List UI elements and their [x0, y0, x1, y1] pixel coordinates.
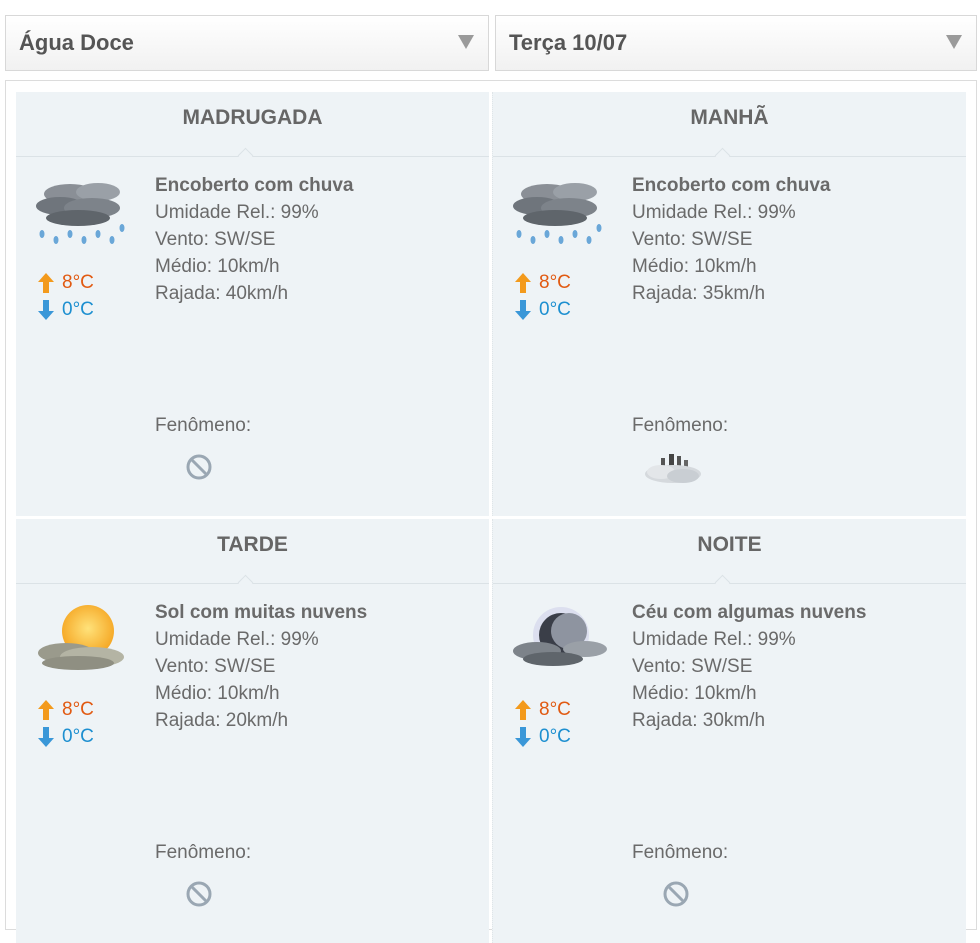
chevron-down-icon[interactable]: [458, 35, 474, 49]
arrow-up-icon: [515, 699, 531, 720]
city-select-value: Água Doce: [19, 30, 134, 55]
weather-details: Céu com algumas nuvens Umidade Rel.: 99%…: [632, 599, 866, 734]
wind-gust-text: Rajada: 20km/h: [155, 710, 289, 731]
overcast-rain-icon: [513, 183, 602, 244]
city-select[interactable]: Água Doce: [5, 15, 489, 71]
wind-average-text: Médio: 10km/h: [155, 256, 280, 277]
period-panel-madrugada: MADRUGADA 8°C 0°C Encoberto com chuva Um…: [16, 92, 489, 516]
date-select-value: Terça 10/07: [509, 30, 628, 55]
arrow-up-icon: [515, 272, 531, 293]
arrow-down-icon: [515, 726, 531, 747]
no-phenomenon-icon: [663, 881, 689, 907]
max-temperature: 8°C: [62, 698, 94, 720]
min-temperature: 0°C: [539, 298, 571, 320]
period-title: MADRUGADA: [182, 106, 323, 129]
sun-with-clouds-icon: [38, 605, 124, 670]
no-phenomenon-icon: [186, 454, 212, 480]
condition-text: Céu com algumas nuvens: [632, 602, 867, 623]
wind-direction-text: Vento: SW/SE: [155, 229, 276, 250]
wind-average-text: Médio: 10km/h: [632, 256, 757, 277]
condition-text: Encoberto com chuva: [155, 175, 354, 196]
humidity-text: Umidade Rel.: 99%: [155, 202, 319, 223]
max-temperature: 8°C: [62, 271, 94, 293]
condition-text: Sol com muitas nuvens: [155, 602, 368, 623]
temperature-block: 8°C 0°C: [515, 696, 571, 750]
temperature-block: 8°C 0°C: [515, 269, 571, 323]
wind-direction-text: Vento: SW/SE: [632, 656, 753, 677]
forecast-frame: MADRUGADA 8°C 0°C Encoberto com chuva Um…: [5, 80, 977, 943]
arrow-down-icon: [38, 726, 54, 747]
max-temperature: 8°C: [539, 698, 571, 720]
overcast-rain-icon: [36, 183, 125, 244]
max-temperature: 8°C: [539, 271, 571, 293]
period-panel-tarde: TARDE 8°C 0°C Sol com muitas nuvens Umid…: [16, 519, 489, 943]
divider: [16, 156, 489, 157]
wind-average-text: Médio: 10km/h: [155, 683, 280, 704]
selector-bar: Água Doce Terça 10/07: [5, 15, 977, 73]
min-temperature: 0°C: [539, 725, 571, 747]
wind-gust-text: Rajada: 35km/h: [632, 283, 766, 304]
min-temperature: 0°C: [62, 298, 94, 320]
divider: [493, 583, 966, 584]
wind-gust-text: Rajada: 40km/h: [155, 283, 289, 304]
date-select[interactable]: Terça 10/07: [495, 15, 977, 71]
period-panel-noite: NOITE 8°C 0°C Céu com algumas nuvens Umi…: [492, 519, 966, 943]
chevron-down-icon[interactable]: [946, 35, 962, 49]
temperature-block: 8°C 0°C: [38, 269, 94, 323]
moon-with-clouds-icon: [513, 607, 607, 666]
period-title: NOITE: [697, 533, 762, 556]
phenomenon-label: Fenômeno:: [155, 415, 252, 436]
divider: [493, 156, 966, 157]
divider: [16, 583, 489, 584]
weather-details: Encoberto com chuva Umidade Rel.: 99% Ve…: [632, 172, 831, 307]
arrow-down-icon: [38, 299, 54, 320]
humidity-text: Umidade Rel.: 99%: [155, 629, 319, 650]
weather-details: Sol com muitas nuvens Umidade Rel.: 99% …: [155, 599, 367, 734]
wind-direction-text: Vento: SW/SE: [155, 656, 276, 677]
condition-text: Encoberto com chuva: [632, 175, 831, 196]
period-title: MANHÃ: [690, 106, 769, 129]
arrow-down-icon: [515, 299, 531, 320]
humidity-text: Umidade Rel.: 99%: [632, 629, 796, 650]
arrow-up-icon: [38, 699, 54, 720]
period-title: TARDE: [217, 533, 288, 556]
wind-average-text: Médio: 10km/h: [632, 683, 757, 704]
humidity-text: Umidade Rel.: 99%: [632, 202, 796, 223]
no-phenomenon-icon: [186, 881, 212, 907]
weather-details: Encoberto com chuva Umidade Rel.: 99% Ve…: [155, 172, 354, 307]
min-temperature: 0°C: [62, 725, 94, 747]
phenomenon-label: Fenômeno:: [632, 842, 729, 863]
phenomenon-label: Fenômeno:: [155, 842, 252, 863]
wind-gust-text: Rajada: 30km/h: [632, 710, 766, 731]
wind-direction-text: Vento: SW/SE: [632, 229, 753, 250]
arrow-up-icon: [38, 272, 54, 293]
phenomenon-label: Fenômeno:: [632, 415, 729, 436]
period-panel-manha: MANHÃ 8°C 0°C Encoberto com chuva Umidad…: [492, 92, 966, 516]
fog-phenomenon-icon: [645, 454, 701, 483]
temperature-block: 8°C 0°C: [38, 696, 94, 750]
